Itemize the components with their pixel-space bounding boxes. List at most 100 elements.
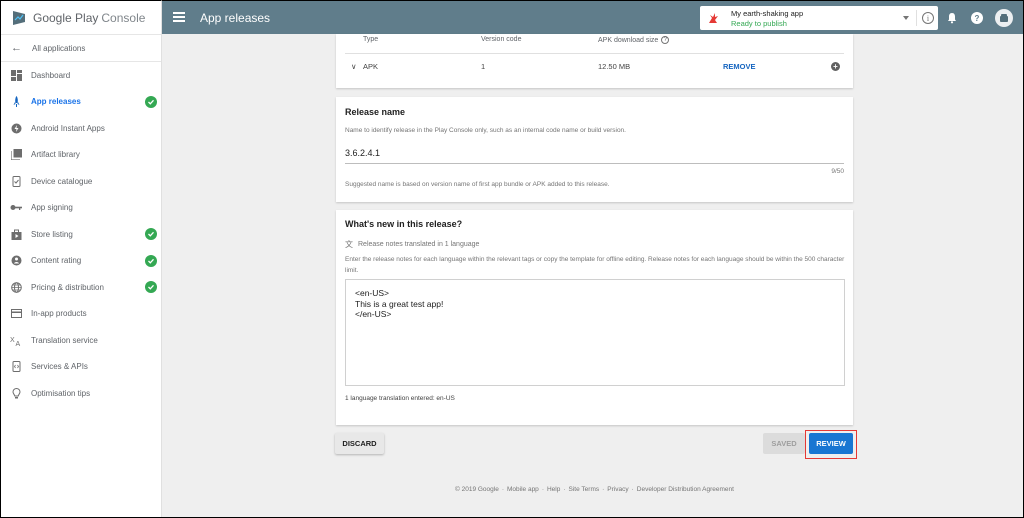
footer-link[interactable]: Site Terms <box>569 486 600 493</box>
sidebar-item-dashboard[interactable]: Dashboard <box>1 62 161 89</box>
store-icon <box>10 228 22 240</box>
release-name-title: Release name <box>345 107 406 117</box>
brand-name: Google Play <box>33 10 99 25</box>
credit-card-icon <box>10 308 22 320</box>
artifacts-card: Type Version code APK download size? ∨ A… <box>336 34 853 88</box>
sidebar-item-app-releases[interactable]: App releases <box>1 89 161 116</box>
column-header-type: Type <box>363 36 379 43</box>
translate-icon: XA <box>10 334 22 346</box>
api-icon <box>10 361 22 373</box>
sidebar-item-artifact-library[interactable]: Artifact library <box>1 142 161 169</box>
sidebar-item-in-app-products[interactable]: In-app products <box>1 301 161 328</box>
help-circle-icon[interactable]: ? <box>661 36 670 44</box>
brand-suffix: Console <box>101 10 146 25</box>
discard-button[interactable]: DISCARD <box>335 433 384 454</box>
release-name-card: Release name Name to identify release in… <box>336 97 853 202</box>
sidebar-item-label: Optimisation tips <box>31 388 91 398</box>
whats-new-card: What's new in this release? 文 Release no… <box>336 210 853 425</box>
divider <box>345 53 844 54</box>
dashboard-icon <box>10 69 22 81</box>
add-circle-icon[interactable]: + <box>831 62 840 71</box>
review-button[interactable]: REVIEW <box>809 433 853 454</box>
sidebar-item-store-listing[interactable]: Store listing <box>1 221 161 248</box>
saved-button: SAVED <box>763 433 805 454</box>
info-icon[interactable]: i <box>922 12 934 24</box>
play-console-logo-icon <box>13 10 25 25</box>
svg-text:?: ? <box>975 14 980 23</box>
footer-link[interactable]: Help <box>547 486 560 493</box>
check-circle-icon <box>145 281 157 294</box>
sidebar-item-label: Artifact library <box>31 150 80 160</box>
app-selector[interactable]: My earth-shaking app Ready to publish i <box>700 6 938 30</box>
dropdown-arrow-icon[interactable] <box>903 16 909 20</box>
library-icon <box>10 149 22 161</box>
footer-link[interactable]: Mobile app <box>507 486 539 493</box>
top-bar: App releases My earth-shaking app Ready … <box>162 0 1024 34</box>
sidebar-nav: Dashboard App releases Android Instant App… <box>1 62 161 407</box>
footer: © 2019 Google · Mobile app · Help · Site Terms… <box>336 486 853 493</box>
sidebar-item-optimisation-tips[interactable]: Optimisation tips <box>1 380 161 407</box>
expand-chevron-icon[interactable]: ∨ <box>351 62 357 71</box>
account-avatar[interactable] <box>995 9 1013 27</box>
check-circle-icon <box>145 254 157 267</box>
sidebar-item-app-signing[interactable]: App signing <box>1 195 161 222</box>
globe-icon <box>10 281 22 293</box>
release-name-suggestion: Suggested name is based on version name … <box>345 181 610 188</box>
whats-new-title: What's new in this release? <box>345 219 463 229</box>
release-name-hint: Name to identify release in the Play Con… <box>345 127 626 134</box>
sidebar-item-label: Pricing & distribution <box>31 282 104 292</box>
sidebar-item-device-catalogue[interactable]: Device catalogue <box>1 168 161 195</box>
release-name-input[interactable] <box>345 148 844 158</box>
svg-text:A: A <box>16 341 21 346</box>
help-icon[interactable]: ? <box>970 11 984 25</box>
footer-separator: · <box>563 486 566 493</box>
brand[interactable]: Google Play Console <box>1 1 161 35</box>
release-notes-textarea[interactable]: <en-US> This is a great test app! </en-U… <box>345 279 845 386</box>
rocket-icon <box>10 96 22 108</box>
sidebar-item-label: Translation service <box>31 335 98 345</box>
remove-artifact-button[interactable]: REMOVE <box>723 62 756 71</box>
page-title: App releases <box>200 11 271 25</box>
column-header-version-code: Version code <box>481 36 522 43</box>
android-avatar-icon <box>1000 14 1008 22</box>
sidebar: Google Play Console ← All applications D… <box>0 0 162 518</box>
check-circle-icon <box>145 228 157 241</box>
column-header-download-size: APK download size? <box>598 36 670 44</box>
sidebar-item-content-rating[interactable]: Content rating <box>1 248 161 275</box>
key-icon <box>10 202 22 214</box>
app-status: Ready to publish <box>731 19 787 28</box>
translation-status-text: Release notes translated in 1 language <box>358 241 480 248</box>
input-underline <box>345 163 844 164</box>
download-size-label: APK download size <box>598 36 659 44</box>
sidebar-item-label: In-app products <box>31 309 87 319</box>
arrow-back-icon: ← <box>11 42 22 54</box>
notifications-bell-icon[interactable] <box>945 11 959 25</box>
footer-separator: · <box>541 486 544 493</box>
app-name: My earth-shaking app <box>731 9 804 18</box>
all-applications-link[interactable]: ← All applications <box>1 35 161 62</box>
translation-status: 文 Release notes translated in 1 language <box>345 239 479 250</box>
footer-link[interactable]: Privacy <box>607 486 628 493</box>
languages-entered: 1 language translation entered: en-US <box>345 395 455 402</box>
sidebar-item-translation-service[interactable]: X A Translation service <box>1 327 161 354</box>
sidebar-item-label: App releases <box>31 97 81 107</box>
sidebar-item-pricing-distribution[interactable]: Pricing & distribution <box>1 274 161 301</box>
footer-link[interactable]: Developer Distribution Agreement <box>637 486 734 493</box>
lightbulb-icon <box>10 387 22 399</box>
sidebar-item-label: Content rating <box>31 256 82 266</box>
footer-copyright: © 2019 Google <box>455 486 499 493</box>
sidebar-item-label: Device catalogue <box>31 176 93 186</box>
footer-separator: · <box>602 486 605 493</box>
release-notes-description: Enter the release notes for each languag… <box>345 256 845 274</box>
sidebar-item-android-instant-apps[interactable]: Android Instant Apps <box>1 115 161 142</box>
sidebar-item-label: Services & APIs <box>31 362 88 372</box>
device-check-icon <box>10 175 22 187</box>
footer-separator: · <box>501 486 504 493</box>
divider <box>916 10 917 26</box>
all-applications-label: All applications <box>32 43 86 53</box>
footer-separator: · <box>631 486 634 493</box>
menu-icon[interactable] <box>173 12 185 22</box>
sidebar-item-services-apis[interactable]: Services & APIs <box>1 354 161 381</box>
svg-text:X: X <box>10 337 15 344</box>
content-rating-icon <box>10 255 22 267</box>
